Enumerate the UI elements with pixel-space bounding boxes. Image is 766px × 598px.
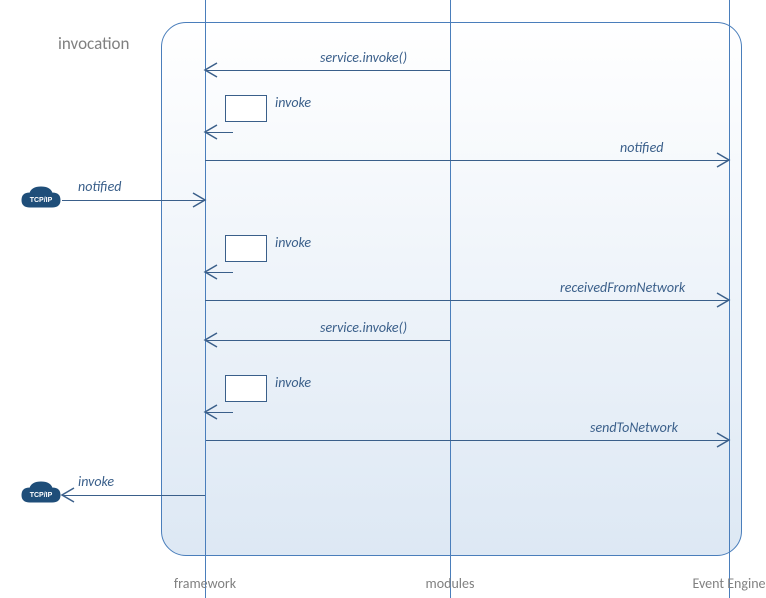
tcpip-cloud-icon: TCP/IP xyxy=(20,480,62,510)
arrow-service-invoke-1-label: service.invoke() xyxy=(320,49,407,68)
arrowhead-icon xyxy=(717,153,731,167)
arrow-service-invoke-1 xyxy=(205,70,450,71)
self-call-3-label: invoke xyxy=(275,374,311,393)
arrow-send-to-network xyxy=(205,440,729,441)
diagram-title: invocation xyxy=(58,33,129,54)
arrow-notified-label: notified xyxy=(620,139,663,158)
lifeline-framework-label: framework xyxy=(174,575,236,592)
arrowhead-icon xyxy=(205,333,219,347)
arrowhead-icon xyxy=(193,193,207,207)
lifeline-framework xyxy=(205,0,206,598)
self-call-box-1 xyxy=(225,95,267,122)
self-call-2-label: invoke xyxy=(275,234,311,253)
lifeline-modules-label: modules xyxy=(426,575,475,592)
lifeline-event-engine-label: Event Engine xyxy=(692,575,765,592)
arrow-notified xyxy=(205,160,729,161)
arrowhead-icon xyxy=(717,433,731,447)
arrow-ext-invoke xyxy=(62,495,205,496)
drop-connector xyxy=(205,440,206,495)
arrow-received-label: receivedFromNetwork xyxy=(560,279,685,298)
arrowhead-icon xyxy=(62,488,76,502)
self-call-box-3 xyxy=(225,375,267,402)
arrowhead-icon xyxy=(205,63,219,77)
arrowhead-icon xyxy=(717,293,731,307)
arrowhead-icon xyxy=(205,125,219,139)
self-call-box-2 xyxy=(225,235,267,262)
arrow-send-label: sendToNetwork xyxy=(590,419,678,438)
tcpip-cloud-icon: TCP/IP xyxy=(20,185,62,215)
arrowhead-icon xyxy=(205,405,219,419)
arrow-ext-notified xyxy=(62,200,205,201)
lifeline-modules xyxy=(450,0,451,598)
svg-text:TCP/IP: TCP/IP xyxy=(30,197,53,204)
self-call-1-label: invoke xyxy=(275,94,311,113)
arrowhead-icon xyxy=(205,265,219,279)
svg-text:TCP/IP: TCP/IP xyxy=(30,492,53,499)
ext-invoke-label: invoke xyxy=(78,473,114,490)
arrow-service-invoke-2-label: service.invoke() xyxy=(320,319,407,338)
arrow-received-from-network xyxy=(205,300,729,301)
ext-notified-label: notified xyxy=(78,178,121,195)
arrow-service-invoke-2 xyxy=(205,340,450,341)
